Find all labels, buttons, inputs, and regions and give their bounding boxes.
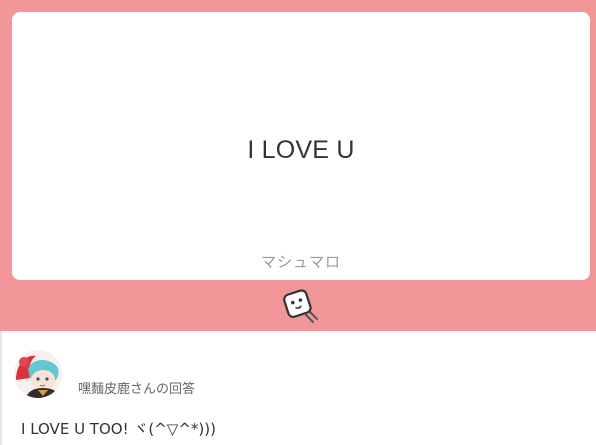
marshmallow-mascot-icon — [283, 289, 318, 323]
marshmallow-answer-page: I LOVE U マシュマロ 嘿麵皮鹿さんの回答 I LOVE U TOO! ヾ… — [0, 0, 596, 445]
answerer-avatar[interactable] — [14, 350, 62, 398]
answerer-label: 嘿麵皮鹿さんの回答 — [78, 382, 196, 397]
answer-text: I LOVE U TOO! ヾ(^▽^*))) — [21, 420, 216, 438]
brand-label: マシュマロ — [260, 253, 341, 271]
avatar-icon — [14, 350, 62, 398]
question-banner: I LOVE U マシュマロ — [0, 0, 596, 331]
question-text: I LOVE U — [247, 136, 355, 164]
question-card: I LOVE U マシュマロ — [12, 12, 590, 280]
divider — [0, 331, 2, 445]
